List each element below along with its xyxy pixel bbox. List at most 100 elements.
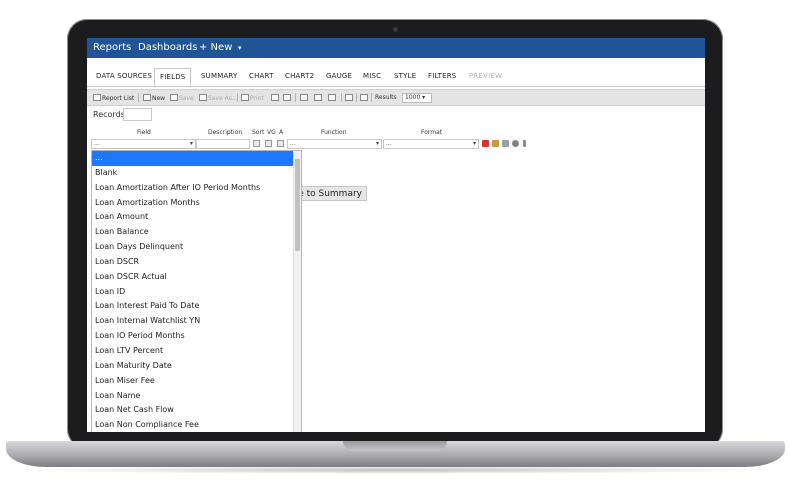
dropdown-option[interactable]: Loan Days Delinquent: [92, 240, 301, 255]
dropdown-option[interactable]: Loan Internal Watchlist YN: [92, 314, 301, 329]
word-icon[interactable]: [314, 94, 323, 102]
dropdown-option[interactable]: Loan Interest Paid To Date: [92, 299, 301, 314]
pdf-glyph-icon: [328, 94, 336, 101]
csv-glyph-icon: [345, 94, 353, 101]
laptop-notch: [343, 441, 447, 451]
save-icon: [170, 94, 178, 101]
dropdown-option[interactable]: Loan Net Cash Flow: [92, 403, 301, 418]
tab-summary[interactable]: SUMMARY: [201, 72, 238, 80]
report-list-label: Report List: [102, 95, 135, 102]
copy-icon[interactable]: [502, 140, 509, 147]
dropdown-option[interactable]: ...: [92, 151, 301, 166]
chevron-down-icon[interactable]: ▾: [238, 44, 242, 52]
scrollbar-thumb[interactable]: [295, 159, 300, 251]
laptop-shadow: [20, 466, 770, 474]
toolbar-divider: [371, 93, 372, 102]
tab-gauge[interactable]: GAUGE: [326, 72, 352, 80]
vg-checkbox[interactable]: [265, 140, 272, 147]
print-button[interactable]: Print: [241, 94, 264, 102]
excel-glyph-icon: [300, 94, 308, 101]
results-label: Results: [375, 94, 397, 101]
save-as-label: Save As...: [208, 95, 238, 102]
save-as-button[interactable]: Save As...: [199, 94, 238, 102]
format-select[interactable]: ... ▾: [383, 139, 479, 149]
nav-new-menu[interactable]: + New: [199, 42, 232, 53]
nav-dashboards-link[interactable]: Dashboards: [138, 42, 197, 53]
field-column-header: Field: [137, 129, 151, 136]
pdf-icon[interactable]: [328, 94, 337, 102]
vg-column-header: VG: [267, 129, 276, 136]
dropdown-option[interactable]: Loan Maturity Date: [92, 359, 301, 374]
print-icon: [241, 94, 249, 101]
mail-icon[interactable]: [360, 94, 369, 102]
csv-icon[interactable]: [345, 94, 354, 102]
new-document-icon: [143, 94, 151, 101]
dropdown-option[interactable]: Blank: [92, 166, 301, 181]
field-select-value: ...: [94, 140, 100, 147]
tab-data-sources[interactable]: DATA SOURCES: [96, 72, 152, 80]
toolbar-divider: [356, 93, 357, 102]
tab-bar: DATA SOURCES FIELDS SUMMARY CHART CHART2…: [87, 68, 705, 88]
dropdown-option[interactable]: Loan Miser Fee: [92, 374, 301, 389]
tab-fields[interactable]: FIELDS: [154, 68, 192, 88]
records-input[interactable]: [123, 108, 152, 121]
nav-reports-link[interactable]: Reports: [93, 42, 131, 53]
email-glyph-icon: [283, 94, 291, 101]
screen: Reports Dashboards + New ▾ DATA SOURCES …: [87, 38, 705, 432]
format-column-header: Format: [421, 129, 443, 136]
field-dropdown-list: ... Blank Loan Amortization After IO Perio…: [91, 150, 302, 432]
export-glyph-icon: [271, 94, 279, 101]
dropdown-option[interactable]: Loan Amortization After IO Period Months: [92, 181, 301, 196]
sort-column-header: Sort: [252, 129, 265, 136]
delete-icon[interactable]: [482, 140, 489, 147]
tab-chart[interactable]: CHART: [249, 72, 274, 80]
top-nav-bar: Reports Dashboards + New ▾: [87, 38, 705, 58]
email-icon[interactable]: [283, 94, 292, 102]
save-button[interactable]: Save: [170, 94, 194, 102]
print-label: Print: [250, 95, 264, 102]
camera-icon: [393, 27, 398, 32]
tab-style[interactable]: STYLE: [394, 72, 416, 80]
tab-misc[interactable]: MISC: [363, 72, 381, 80]
new-label: New: [152, 95, 166, 102]
tab-filters[interactable]: FILTERS: [428, 72, 456, 80]
dropdown-option[interactable]: Loan Amortization Months: [92, 196, 301, 211]
mail-glyph-icon: [360, 94, 368, 101]
save-as-icon: [199, 94, 207, 101]
list-icon: [93, 94, 101, 101]
dropdown-option[interactable]: Loan IO Period Months: [92, 329, 301, 344]
dropdown-option[interactable]: Loan Amount: [92, 210, 301, 225]
gear-icon[interactable]: [512, 140, 519, 147]
dropdown-scrollbar[interactable]: [293, 151, 301, 432]
dropdown-option[interactable]: Loan Name: [92, 389, 301, 404]
dropdown-option[interactable]: Loan Balance: [92, 225, 301, 240]
dropdown-option[interactable]: Loan LTV Percent: [92, 344, 301, 359]
chevron-down-icon: ▾: [472, 140, 476, 147]
drag-handle-icon[interactable]: [523, 140, 526, 147]
field-select[interactable]: ... ▾: [91, 139, 196, 149]
dropdown-option[interactable]: Loan Non Compliance Fee: [92, 418, 301, 432]
dropdown-option[interactable]: Loan DSCR Actual: [92, 270, 301, 285]
report-list-button[interactable]: Report List: [93, 94, 134, 102]
export-icon[interactable]: [271, 94, 280, 102]
add-to-summary-button[interactable]: e to Summary: [292, 186, 367, 201]
sort-checkbox[interactable]: [253, 140, 260, 147]
function-select[interactable]: ... ▾: [287, 139, 382, 149]
edit-icon[interactable]: [492, 140, 499, 147]
save-label: Save: [179, 95, 194, 102]
format-select-value: ...: [386, 140, 392, 147]
new-button[interactable]: New: [143, 94, 165, 102]
excel-icon[interactable]: [300, 94, 309, 102]
a-column-header: A: [279, 129, 284, 136]
dropdown-option[interactable]: Loan DSCR: [92, 255, 301, 270]
dropdown-option[interactable]: Loan ID: [92, 285, 301, 300]
results-select[interactable]: 1000 ▾: [402, 93, 432, 103]
a-checkbox[interactable]: [277, 140, 284, 147]
tab-chart2[interactable]: CHART2: [285, 72, 314, 80]
tab-preview: PREVIEW: [469, 72, 503, 80]
toolbar-divider: [295, 93, 296, 102]
chevron-down-icon: ▾: [189, 140, 193, 147]
chevron-down-icon: ▾: [375, 140, 379, 147]
description-input[interactable]: [196, 139, 250, 149]
toolbar-divider: [138, 93, 139, 102]
